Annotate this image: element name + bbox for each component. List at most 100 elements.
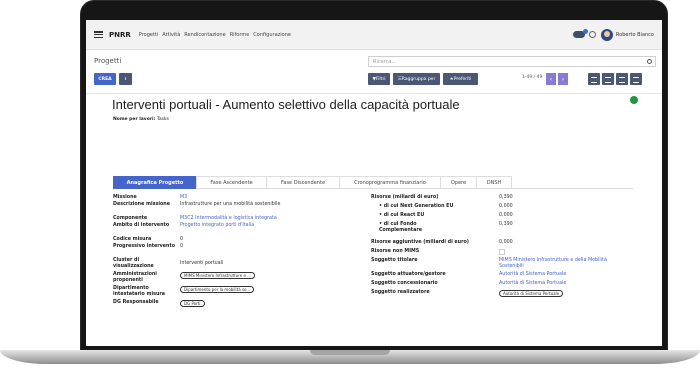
field-row: Codice misura 0: [113, 237, 353, 244]
download-button[interactable]: ⭳: [119, 73, 132, 85]
ambito-link[interactable]: Progetto integrato porti d'Italia: [180, 223, 254, 237]
app-name[interactable]: PNRR: [109, 31, 131, 39]
field-label: DG Responsabile: [113, 300, 159, 305]
menu-rendicontazione[interactable]: Rendicontazione: [184, 32, 225, 38]
field-row: di cui Fondo Complementare0,390: [371, 222, 626, 240]
field-value: 0: [180, 237, 184, 242]
soggetto-concessionario-link[interactable]: Autorità di Sistema Portuale: [499, 281, 566, 290]
top-navbar: PNRR Progetti Attività Rendicontazione R…: [86, 20, 662, 50]
menu-progetti[interactable]: Progetti: [139, 32, 159, 38]
activity-clock-icon[interactable]: [588, 31, 596, 38]
form-view-button[interactable]: [616, 73, 628, 85]
risorse-non-mims-checkbox[interactable]: [499, 249, 505, 255]
field-value: 0: [180, 244, 184, 249]
field-label: Progressivo intervento: [113, 244, 176, 249]
field-label: Componente: [113, 216, 148, 221]
tab-dnsh[interactable]: DNSH: [476, 176, 512, 189]
left-fields: Missione M3 Descrizione missione Infrastru…: [113, 195, 353, 307]
soggetto-titolare-link[interactable]: MIMS Ministero Infrastrutture e della Mo…: [499, 258, 617, 272]
filters-button[interactable]: ▼Filtri: [368, 73, 390, 85]
page-title: Interventi portuali - Aumento selettivo …: [112, 97, 460, 112]
field-row: Dipartimento intestatario misura Dipartim…: [113, 286, 353, 300]
field-value: 0,000: [499, 240, 513, 245]
control-panel: Progetti Ricerca... CREA ⭳ ▼Filtri ☰Ragg…: [86, 50, 662, 94]
field-row: Progressivo intervento 0: [113, 244, 353, 258]
field-row: Descrizione missione Infrastrutture per u…: [113, 202, 353, 216]
search-icon[interactable]: [647, 59, 652, 64]
create-button[interactable]: CREA: [94, 73, 116, 85]
field-label: Ambito di intervento: [113, 223, 170, 228]
field-row: Risorse aggiuntive (miliardi di euro) 0,0…: [371, 240, 626, 249]
field-label: Risorse aggiuntive (miliardi di euro): [371, 240, 469, 245]
field-row: Ambito di intervento Progetto integrato p…: [113, 223, 353, 237]
componente-link[interactable]: M3C2 Intermodalità e logistica integrata: [180, 216, 277, 223]
field-label: Soggetto attuatore/gestore: [371, 272, 446, 277]
field-label: Cluster di visualizzazione: [113, 258, 154, 269]
field-label: Descrizione missione: [113, 202, 170, 207]
field-label: di cui React EU: [371, 213, 499, 222]
field-row: Soggetto concessionario Autorità di Siste…: [371, 281, 626, 290]
field-row: Soggetto titolare MIMS Ministero Infrastr…: [371, 258, 626, 272]
missione-link[interactable]: M3: [180, 195, 187, 202]
field-row: Risorse (miliardi di euro) 0,390: [371, 195, 626, 204]
field-label: Missione: [113, 195, 137, 200]
messages-icon[interactable]: [572, 29, 588, 38]
hamburger-menu-icon[interactable]: [94, 31, 103, 38]
list-view-button[interactable]: [588, 73, 600, 85]
breadcrumb[interactable]: Progetti: [94, 57, 121, 65]
field-label: Amministrazioni proponenti: [113, 272, 157, 283]
soggetto-attuatore-link[interactable]: Autorità di Sistema Portuale: [499, 272, 566, 281]
field-label: di cui Fondo Complementare: [371, 222, 499, 240]
pager-prev-button[interactable]: ‹: [546, 73, 556, 85]
field-row: Amministrazioni proponenti MIMS Ministero…: [113, 272, 353, 286]
pager-value: 1-49 / 49: [522, 75, 543, 80]
subtitle-value: Tasks: [156, 117, 169, 122]
chevron-left-icon: ‹: [549, 75, 553, 83]
field-value: 0,390: [499, 195, 513, 200]
field-value: Interventi portuali: [180, 261, 224, 266]
field-label: Risorse (miliardi di euro): [371, 195, 439, 200]
tag-pill[interactable]: Autorità di Sistema Portuale: [499, 290, 564, 297]
tab-fase-ascendente[interactable]: Fase Ascendente: [196, 176, 267, 189]
tag-pill[interactable]: MIMS Ministero Infrastrutture e ...: [180, 272, 256, 279]
group-by-button[interactable]: ☰Raggruppa per: [393, 73, 440, 85]
field-label: Soggetto titolare: [371, 258, 418, 263]
tab-fase-discendente[interactable]: Fase Discendente: [266, 176, 340, 189]
tag-pill[interactable]: DG Porti: [180, 300, 205, 307]
right-fields: Risorse (miliardi di euro) 0,390 di cui N…: [371, 195, 626, 299]
menu-riforme[interactable]: Riforme: [230, 32, 250, 38]
tag-pill[interactable]: Dipartimento per la mobilità so...: [180, 286, 255, 293]
favorites-button[interactable]: ★Preferiti: [443, 73, 478, 85]
field-value: 0,390: [499, 222, 513, 227]
menu-attivita[interactable]: Attività: [162, 32, 180, 38]
field-label: Soggetto concessionario: [371, 281, 438, 286]
menu-configurazione[interactable]: Configurazione: [253, 32, 291, 38]
tab-opere[interactable]: Opere: [440, 176, 477, 189]
tab-bar: Anagrafica Progetto Fase Ascendente Fase…: [113, 176, 633, 189]
kanban-view-button[interactable]: [602, 73, 614, 85]
field-row: Soggetto realizzatore Autorità di Sistema…: [371, 290, 626, 299]
tab-cronoprogramma[interactable]: Cronoprogramma finanziario: [339, 176, 441, 189]
field-row: Soggetto attuatore/gestore Autorità di Si…: [371, 272, 626, 281]
field-label: Soggetto realizzatore: [371, 290, 430, 295]
subtitle-label: Nome per lavori:: [113, 117, 156, 122]
tab-anagrafica[interactable]: Anagrafica Progetto: [113, 176, 197, 189]
user-name[interactable]: Roberto Bianco: [616, 32, 654, 38]
download-icon: ⭳: [124, 77, 127, 82]
search-input[interactable]: Ricerca...: [368, 56, 656, 67]
screen: PNRR Progetti Attività Rendicontazione R…: [86, 20, 662, 346]
field-row: Missione M3: [113, 195, 353, 202]
field-row: di cui React EU0,000: [371, 213, 626, 222]
search-placeholder: Ricerca...: [373, 59, 397, 65]
subtitle: Nome per lavori: Tasks: [113, 117, 169, 122]
pager-next-button[interactable]: ›: [558, 73, 568, 85]
field-value: Infrastrutture per una mobilità sostenib…: [180, 202, 281, 207]
user-avatar[interactable]: [600, 28, 613, 41]
field-value: 0,000: [499, 213, 513, 218]
form-sheet: Interventi portuali - Aumento selettivo …: [86, 96, 662, 346]
chevron-right-icon: ›: [561, 75, 565, 83]
field-row: di cui Next Generation EU0,000: [371, 204, 626, 213]
graph-view-button[interactable]: [630, 73, 642, 85]
field-label: Risorse non MIMS: [371, 249, 420, 254]
laptop-notch: [310, 350, 390, 355]
